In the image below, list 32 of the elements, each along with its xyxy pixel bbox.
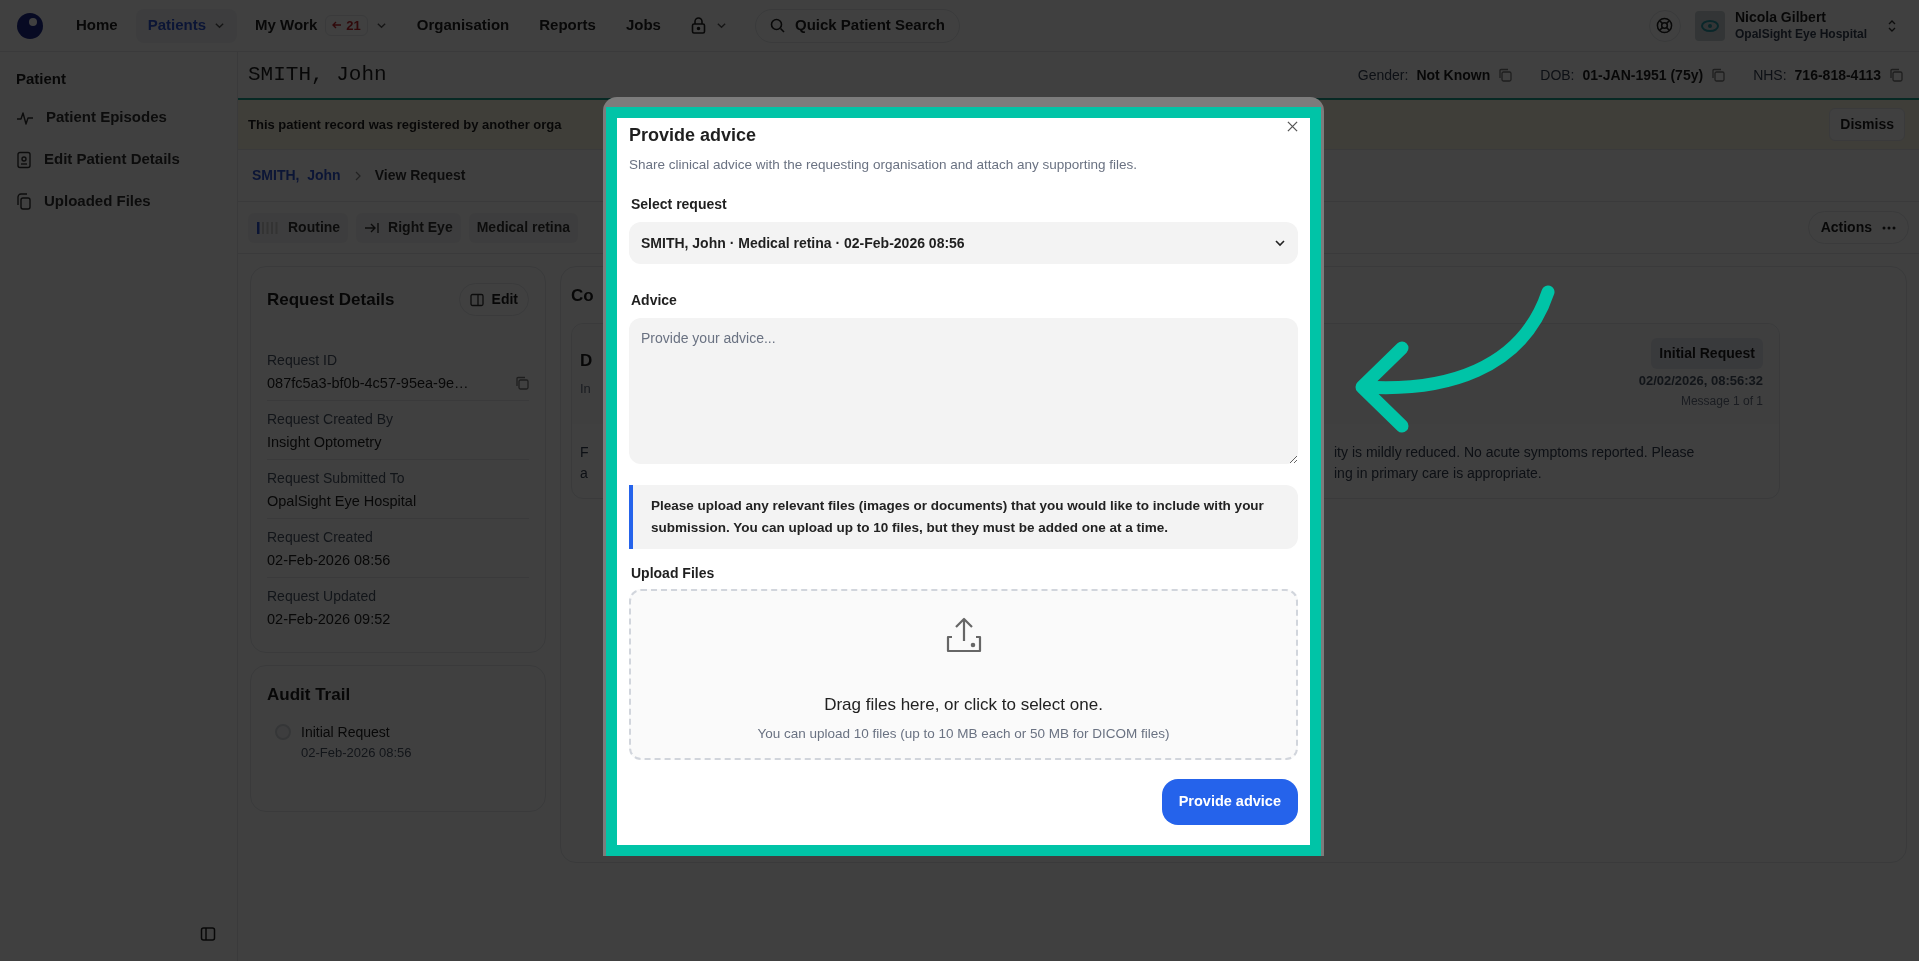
event-title: Initial Request <box>301 722 391 742</box>
field-value: 02-Feb-2026 09:52 <box>267 610 391 629</box>
nav-tab[interactable]: Reports <box>527 8 608 43</box>
field-value: OpalSight Eye Hospital <box>267 492 417 511</box>
card-title: Audit Trail <box>267 684 351 706</box>
card-title: Request Details <box>267 288 395 311</box>
patient-name: SMITH, John <box>248 62 387 89</box>
field-value: Not Known <box>1416 65 1491 85</box>
field-label: Advice <box>631 291 677 311</box>
request-select[interactable]: SMITH, John · Medical retina · 02-Feb-2026 08:56 <box>629 222 1298 265</box>
file-dropzone[interactable]: Drag files here, or click to select one. You can upload 10 files (up to 10 MB each or 50 MB for DICOM files) <box>629 589 1298 761</box>
nav-tab[interactable]: Home <box>64 8 130 43</box>
upload-notice: Please upload any relevant files (images or documents) that you would like to include with your submission. You can upload up to 10 files, but they must be added one at a time. <box>629 485 1298 550</box>
nav-tab[interactable]: Organisation <box>404 8 522 43</box>
dropzone-prompt: Drag files here, or click to select one. <box>824 694 1103 717</box>
dropzone-hint: You can upload 10 files (up to 10 MB each or 50 MB for DICOM files) <box>757 724 1170 743</box>
dialog-description: Share clinical advice with the requesting organisation and attach any supporting files. <box>629 156 1139 174</box>
field-value: 716-818-4113 <box>1794 65 1881 85</box>
card-title: Co <box>571 285 594 307</box>
field-label: Upload Files <box>631 564 715 584</box>
field-label: Select request <box>631 195 727 215</box>
field-value: 02-Feb-2026 08:56 <box>267 551 391 570</box>
field-value: 087fc5a3-bf0b-4c57-95ea-9e… <box>267 374 469 393</box>
provide-advice-button[interactable]: Provide advice <box>1161 779 1298 826</box>
dialog-title: Provide advice <box>629 124 757 147</box>
nav-tab[interactable]: Jobs <box>613 8 673 43</box>
banner-message: This patient record was registered by another orga <box>248 115 562 134</box>
message-title: D <box>580 349 593 372</box>
sidebar-heading: Patient <box>16 69 66 89</box>
advice-field[interactable]: Provide your advice... <box>629 318 1298 465</box>
field-value: Insight Optometry <box>267 433 382 452</box>
field-value: 01-JAN-1951 (75y) <box>1582 65 1704 85</box>
